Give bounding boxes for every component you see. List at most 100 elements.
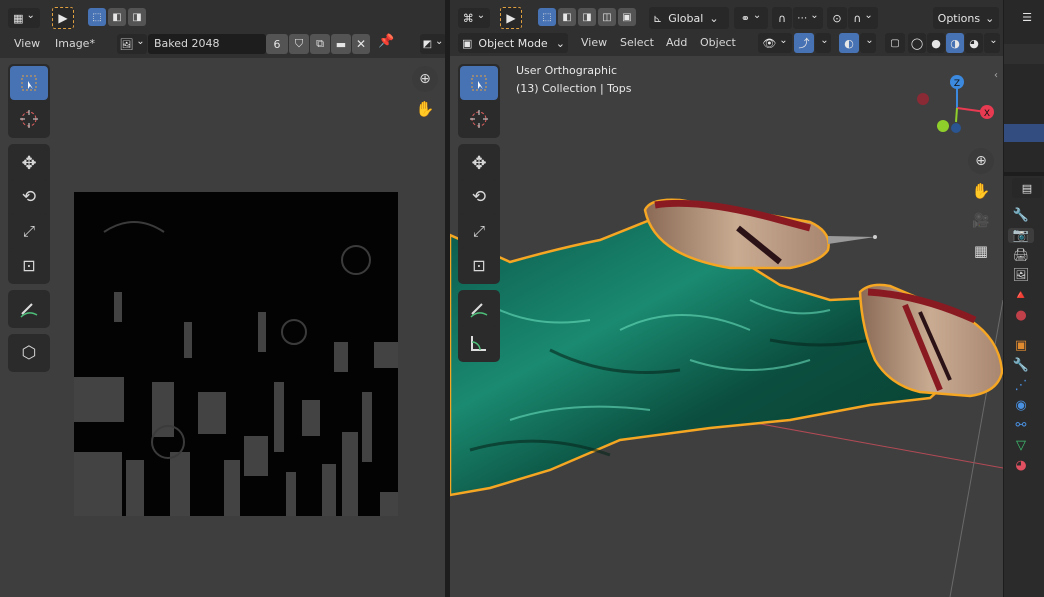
- vp-select-extend-button[interactable]: ◧: [558, 8, 576, 26]
- vp-menu-object[interactable]: Object: [700, 33, 736, 53]
- select-tool-button[interactable]: ▶: [52, 7, 74, 29]
- select-box-icon: [21, 75, 37, 91]
- vp-tool-annotate[interactable]: [460, 292, 498, 326]
- shading-wireframe-button[interactable]: ◯: [908, 33, 926, 53]
- uv-zoom-button[interactable]: ⊕: [412, 66, 438, 92]
- vp-select-tool-button[interactable]: ▶: [500, 7, 522, 29]
- transform-orientation-dropdown[interactable]: ⊾ Global ⌄: [649, 7, 729, 29]
- view-name-text: User Orthographic: [516, 64, 618, 77]
- outliner-icon: ☰: [1022, 10, 1032, 24]
- overlay-dropdown[interactable]: [860, 33, 876, 53]
- fake-user-button[interactable]: ⛉: [289, 34, 309, 54]
- vp-menu-select[interactable]: Select: [620, 33, 654, 53]
- tab-physics[interactable]: ◉: [1015, 398, 1026, 413]
- gizmo-toggle[interactable]: ⤴: [794, 33, 814, 53]
- box-project-icon: ⬡: [21, 343, 37, 363]
- shading-rendered-button[interactable]: ◕: [965, 33, 983, 53]
- tab-scene[interactable]: 🔺: [1013, 288, 1029, 303]
- snap-toggle[interactable]: ∩: [772, 7, 792, 29]
- snap-target-dropdown[interactable]: ⋯: [793, 7, 823, 29]
- tab-material[interactable]: ◕: [1015, 458, 1026, 473]
- select-extend-button[interactable]: ◧: [108, 8, 126, 26]
- tab-output[interactable]: 🖨: [1013, 248, 1030, 263]
- tool-icon: 🔧: [1012, 208, 1030, 223]
- vp-tool-cursor[interactable]: [460, 102, 498, 136]
- vp-menu-view[interactable]: View: [581, 33, 607, 53]
- new-image-button[interactable]: ⧉: [310, 34, 330, 54]
- uv-menu-image[interactable]: Image*: [55, 34, 95, 54]
- tab-tool[interactable]: 🔧: [1013, 208, 1029, 223]
- tab-constraints[interactable]: ⚯: [1016, 418, 1027, 433]
- sidebar-expand-arrow[interactable]: ‹: [994, 70, 998, 81]
- vp-tool-scale[interactable]: ⤢: [460, 214, 498, 248]
- visibility-dropdown[interactable]: 👁: [758, 33, 792, 53]
- tab-particles[interactable]: ⋰: [1015, 378, 1028, 393]
- zoom-icon: ⊕: [975, 153, 987, 169]
- vp-menu-add[interactable]: Add: [666, 33, 687, 53]
- uv-tool-annotate[interactable]: [10, 292, 48, 326]
- tab-object[interactable]: ▣: [1015, 338, 1027, 353]
- zoom-icon: ⊕: [419, 71, 431, 87]
- tab-world[interactable]: ●: [1015, 308, 1026, 323]
- proportional-edit-toggle[interactable]: ⊙: [827, 7, 847, 29]
- vp-tool-transform[interactable]: ⊡: [460, 248, 498, 282]
- mode-dropdown[interactable]: ▣ Object Mode ⌄: [458, 33, 568, 53]
- xray-toggle[interactable]: ▢: [885, 33, 905, 53]
- editor-type-button[interactable]: ▦: [8, 8, 40, 28]
- camera-view-button[interactable]: 🎥: [968, 208, 994, 234]
- user-count[interactable]: 6: [266, 34, 288, 54]
- properties-editor-type-button[interactable]: ▤: [1012, 178, 1042, 198]
- shading-dropdown[interactable]: [984, 33, 1000, 53]
- vp-editor-type-button[interactable]: ⌘: [458, 8, 490, 28]
- vp-pan-button[interactable]: ✋: [968, 178, 994, 204]
- vp-select-invert-button[interactable]: ◫: [598, 8, 616, 26]
- browse-image-button[interactable]: 🖼: [117, 34, 147, 54]
- shading-solid-button[interactable]: ●: [927, 33, 945, 53]
- vp-tool-rotate[interactable]: ⟲: [460, 180, 498, 214]
- shield-icon: ⛉: [294, 37, 304, 50]
- render-icon: 📷: [1012, 228, 1030, 243]
- uv-menu-view[interactable]: View: [14, 34, 40, 54]
- tab-data[interactable]: ▽: [1016, 438, 1026, 453]
- unlink-image-button[interactable]: ✕: [352, 34, 370, 54]
- overlay-toggle[interactable]: ◐: [839, 33, 859, 53]
- options-dropdown[interactable]: Options ⌄: [933, 7, 999, 29]
- uv-pan-button[interactable]: ✋: [412, 96, 438, 122]
- vp-tool-move[interactable]: ✥: [460, 146, 498, 180]
- vp-tool-select-box[interactable]: [460, 66, 498, 100]
- uv-tool-rotate[interactable]: ⟲: [10, 180, 48, 214]
- outliner-selected-row[interactable]: [1004, 124, 1044, 142]
- solid-sphere-icon: ●: [931, 36, 941, 50]
- image-name-field[interactable]: Baked 2048: [148, 34, 266, 54]
- uv-tool-select-box[interactable]: [10, 66, 48, 100]
- tab-modifiers[interactable]: 🔧: [1013, 358, 1029, 373]
- uv-tool-scale[interactable]: ⤢: [10, 214, 48, 248]
- pivot-point-dropdown[interactable]: ⚭: [734, 7, 768, 29]
- select-subtract-button[interactable]: ◨: [128, 8, 146, 26]
- tab-render[interactable]: 📷: [1008, 228, 1034, 243]
- select-new-icon: ⬚: [92, 11, 102, 23]
- vp-selection-mode-group: ⬚ ◧ ◨ ◫ ▣: [538, 8, 636, 26]
- outliner-divider[interactable]: [1004, 172, 1044, 176]
- vp-select-intersect-button[interactable]: ▣: [618, 8, 636, 26]
- outliner-row[interactable]: [1004, 44, 1044, 64]
- vp-select-new-button[interactable]: ⬚: [538, 8, 556, 26]
- uv-tool-move[interactable]: ✥: [10, 146, 48, 180]
- perspective-toggle-button[interactable]: ▦: [968, 238, 994, 264]
- uv-tool-transform[interactable]: ⊡: [10, 248, 48, 282]
- gizmo-dropdown[interactable]: [815, 33, 831, 53]
- open-image-button[interactable]: ▬: [331, 34, 351, 54]
- uv-view-mode-button[interactable]: ◩: [420, 34, 446, 54]
- vp-zoom-button[interactable]: ⊕: [968, 148, 994, 174]
- select-new-button[interactable]: ⬚: [88, 8, 106, 26]
- shading-material-button[interactable]: ◑: [946, 33, 964, 53]
- vp-select-subtract-button[interactable]: ◨: [578, 8, 596, 26]
- vp-tool-measure[interactable]: [460, 326, 498, 360]
- uv-tool-grab[interactable]: ⬡: [10, 336, 48, 370]
- falloff-dropdown[interactable]: ∩: [848, 7, 878, 29]
- navigation-gizmo[interactable]: Z X: [912, 68, 1002, 158]
- outliner-editor-type-button[interactable]: ☰: [1012, 7, 1042, 27]
- pin-button[interactable]: 📌: [378, 34, 396, 54]
- tab-view-layer[interactable]: 🖼: [1013, 268, 1030, 283]
- uv-tool-cursor[interactable]: [10, 102, 48, 136]
